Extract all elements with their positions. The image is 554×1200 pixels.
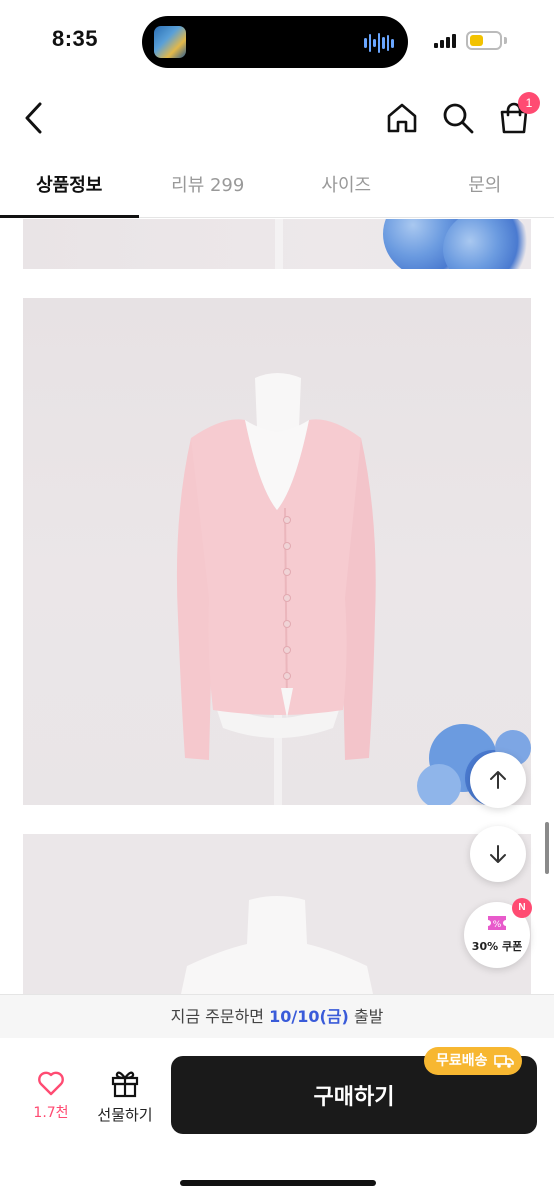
- coupon-ticket-icon: %: [488, 916, 506, 930]
- gift-icon: [111, 1071, 139, 1098]
- svg-text:%: %: [493, 920, 502, 930]
- cart-count-badge: 1: [518, 92, 540, 114]
- tab-inquiry[interactable]: 문의: [416, 156, 554, 217]
- arrow-down-icon: [490, 845, 506, 863]
- status-time: 8:35: [52, 26, 99, 51]
- shipping-suffix: 출발: [353, 1007, 384, 1026]
- flower-bouquet-2: [443, 219, 531, 269]
- dynamic-island: [142, 16, 408, 68]
- like-button[interactable]: 1.7천: [22, 1070, 80, 1130]
- cart-button[interactable]: 1: [494, 92, 540, 138]
- status-bar: 8:35: [0, 0, 554, 80]
- like-count: 1.7천: [33, 1105, 69, 1121]
- cellular-signal-icon: [434, 34, 456, 48]
- product-tabs: 상품정보 리뷰 299 사이즈 문의: [0, 156, 554, 218]
- product-photo-partial-bottom: [23, 834, 531, 994]
- battery-icon: [466, 31, 502, 50]
- audio-wave-icon: [364, 32, 395, 54]
- gift-label: 선물하기: [97, 1106, 153, 1124]
- battery-level-fill: [470, 35, 483, 46]
- product-photo-partial-top: [23, 219, 531, 269]
- cardigan-on-mannequin: [176, 373, 531, 805]
- free-shipping-badge: 무료배송: [424, 1047, 522, 1075]
- free-shipping-label: 무료배송: [436, 1053, 488, 1069]
- heart-icon: [38, 1071, 64, 1096]
- tab-reviews[interactable]: 리뷰 299: [139, 156, 278, 217]
- battery-tip: [504, 37, 507, 44]
- scrollbar-thumb[interactable]: [545, 822, 549, 874]
- mannequin-partial: [181, 896, 373, 994]
- top-nav: 1: [0, 80, 554, 156]
- search-icon: [443, 103, 474, 134]
- truck-icon: [493, 1055, 514, 1068]
- shipping-info-bar: 지금 주문하면 10/10(금) 출발: [0, 994, 554, 1038]
- mannequin-stand: [275, 219, 283, 269]
- gift-button[interactable]: 선물하기: [90, 1068, 160, 1130]
- tab-size[interactable]: 사이즈: [277, 156, 416, 217]
- home-indicator: [180, 1180, 376, 1186]
- chevron-left-icon: [25, 102, 42, 134]
- scroll-down-button[interactable]: [470, 826, 526, 882]
- tab-product-info[interactable]: 상품정보: [0, 156, 139, 218]
- buy-button-label: 구매하기: [313, 1085, 395, 1110]
- coupon-label: 30% 쿠폰: [471, 940, 523, 953]
- search-button[interactable]: [438, 98, 478, 138]
- coupon-new-badge: N: [512, 898, 532, 918]
- shipping-prefix: 지금 주문하면: [170, 1007, 265, 1026]
- home-icon: [387, 103, 417, 133]
- product-photo-main: [23, 298, 531, 805]
- shipping-date: 10/10(금): [269, 1007, 349, 1026]
- now-playing-thumbnail: [154, 26, 186, 58]
- home-button[interactable]: [382, 98, 422, 138]
- coupon-button[interactable]: % 30% 쿠폰 N: [464, 898, 532, 968]
- back-button[interactable]: [14, 98, 54, 138]
- scroll-up-button[interactable]: [470, 752, 526, 808]
- arrow-up-icon: [490, 771, 506, 789]
